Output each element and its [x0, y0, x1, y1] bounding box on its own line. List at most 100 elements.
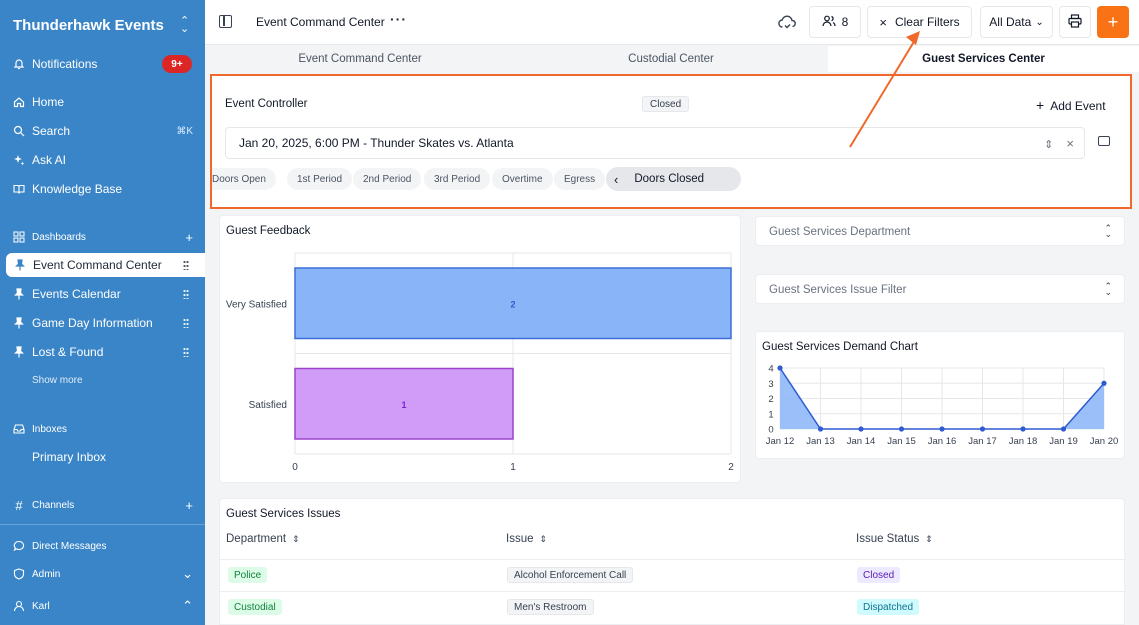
sidebar-item-label: Karl — [32, 600, 50, 612]
sidebar-section-channels[interactable]: # Channels + — [0, 494, 205, 516]
members-button[interactable]: 8 — [809, 6, 861, 38]
sidebar-section-inboxes[interactable]: Inboxes — [0, 418, 205, 440]
tab-guest-services-center[interactable]: Guest Services Center — [828, 46, 1139, 72]
y-tick-label: 1 — [768, 409, 773, 420]
bar-value-label: 1 — [401, 400, 406, 410]
drag-handle-icon[interactable] — [183, 347, 189, 357]
phase-chip[interactable]: 3rd Period — [424, 168, 491, 190]
phase-chip[interactable]: 2nd Period — [353, 168, 422, 190]
page-title: Event Command Center — [256, 15, 385, 29]
add-dashboard-icon[interactable]: + — [185, 230, 193, 245]
add-event-button[interactable]: + Add Event — [1036, 97, 1106, 113]
sidebar-item-lost-found[interactable]: Lost & Found — [0, 341, 205, 363]
sidebar-item-label: Notifications — [32, 57, 98, 71]
clear-filters-label: Clear Filters — [894, 15, 960, 29]
sidebar-item-direct-messages[interactable]: Direct Messages — [0, 535, 205, 557]
sidebar-item-label: Admin — [32, 568, 61, 580]
y-tick-label: Very Satisfied — [226, 299, 287, 310]
print-button[interactable] — [1059, 6, 1091, 38]
column-header-department[interactable]: Department ⇕ — [226, 533, 300, 545]
grid-icon — [13, 231, 25, 243]
x-tick-label: Jan 13 — [806, 436, 835, 447]
sidebar-section-dashboards[interactable]: Dashboards + — [0, 226, 205, 248]
sidebar-item-admin[interactable]: Admin ⌄ — [0, 563, 205, 585]
sidebar-item-label: Events Calendar — [32, 287, 121, 301]
tab-custodial-center[interactable]: Custodial Center — [521, 46, 821, 72]
sidebar-item-label: Home — [32, 95, 65, 109]
sidebar-item-notifications[interactable]: Notifications 9+ — [0, 53, 205, 75]
data-point — [1060, 426, 1067, 432]
drag-handle-icon[interactable] — [183, 289, 189, 299]
chevron-updown-icon: ⌃ ⌄ — [1104, 223, 1112, 239]
column-header-issue[interactable]: Issue ⇕ — [506, 533, 547, 545]
column-header-issue-status[interactable]: Issue Status ⇕ — [856, 533, 933, 545]
data-point — [1101, 380, 1107, 386]
data-point — [1020, 426, 1026, 432]
add-channel-icon[interactable]: + — [185, 498, 193, 513]
y-tick-label: 0 — [768, 425, 773, 436]
phase-chip[interactable]: Overtime — [492, 168, 553, 190]
clear-icon[interactable]: × — [1066, 136, 1074, 151]
add-event-label: Add Event — [1050, 99, 1106, 113]
y-tick-label: Satisfied — [249, 400, 287, 411]
chevron-down-icon[interactable]: ⌄ — [182, 566, 193, 582]
y-tick-label: 2 — [768, 394, 773, 405]
phase-chip[interactable]: 1st Period — [287, 168, 353, 190]
workspace-name[interactable]: Thunderhawk Events — [13, 17, 164, 34]
x-tick-label: Jan 18 — [1009, 436, 1038, 447]
show-more-link[interactable]: Show more — [32, 375, 83, 386]
shield-icon — [13, 568, 25, 580]
x-tick-label: Jan 12 — [766, 436, 795, 447]
sidebar-item-event-command-center[interactable]: Event Command Center — [6, 253, 205, 277]
department-filter[interactable]: Guest Services Department ⌃ ⌄ — [755, 216, 1125, 246]
chevron-updown-icon: ⌃ ⌄ — [1104, 281, 1112, 297]
search-shortcut: ⌘K — [176, 125, 193, 137]
sidebar-item-events-calendar[interactable]: Events Calendar — [0, 283, 205, 305]
sidebar-item-user[interactable]: Karl ⌃ — [0, 595, 205, 617]
sidebar-item-label: Ask AI — [32, 153, 67, 167]
clear-filters-button[interactable]: × Clear Filters — [867, 6, 972, 38]
chevron-left-icon[interactable]: ‹ — [614, 172, 618, 187]
sidebar-item-home[interactable]: Home — [0, 91, 205, 113]
issue-filter[interactable]: Guest Services Issue Filter ⌃ ⌄ — [755, 274, 1125, 304]
tab-event-command-center[interactable]: Event Command Center — [210, 46, 510, 72]
top-bar: Event Command Center ··· 8 × Clear Filte… — [205, 0, 1139, 45]
more-options-icon[interactable]: ··· — [390, 11, 407, 27]
sidebar-toggle-icon[interactable] — [219, 15, 232, 28]
data-scope-select[interactable]: All Data ⌄ — [980, 6, 1053, 38]
data-point — [817, 426, 824, 432]
sidebar-divider — [0, 524, 205, 525]
phase-chip[interactable]: Doors Open — [212, 168, 276, 190]
sidebar-item-label: Primary Inbox — [32, 450, 107, 464]
status-badge: Dispatched — [857, 599, 920, 615]
sidebar-item-label: Search — [32, 124, 71, 138]
plus-icon: + — [1036, 97, 1045, 113]
sidebar-item-primary-inbox[interactable]: Primary Inbox — [0, 446, 205, 468]
chevron-updown-icon[interactable]: ⇕ — [1044, 139, 1053, 151]
sidebar-item-game-day-information[interactable]: Game Day Information — [0, 312, 205, 334]
create-button[interactable]: + — [1097, 6, 1129, 38]
data-point — [777, 365, 783, 371]
user-icon — [13, 600, 25, 612]
phase-chip[interactable]: Egress — [554, 168, 606, 190]
data-point — [858, 426, 864, 432]
calendar-icon[interactable] — [1098, 136, 1110, 146]
selected-event: Jan 20, 2025, 6:00 PM - Thunder Skates v… — [239, 136, 514, 150]
drag-handle-icon[interactable] — [183, 318, 189, 328]
pin-icon — [13, 288, 25, 300]
x-tick-label: Jan 14 — [847, 436, 876, 447]
issue-filter-label: Guest Services Issue Filter — [769, 284, 907, 296]
event-select[interactable]: Jan 20, 2025, 6:00 PM - Thunder Skates v… — [225, 127, 1085, 159]
current-phase-chip[interactable]: ‹ Doors Closed — [606, 167, 741, 191]
sidebar-item-ask-ai[interactable]: Ask AI — [0, 149, 205, 171]
current-phase-label: Doors Closed — [634, 173, 705, 185]
close-icon: × — [879, 14, 887, 30]
sidebar-item-label: Knowledge Base — [32, 182, 123, 196]
drag-handle-icon[interactable] — [183, 260, 189, 270]
chevron-up-icon[interactable]: ⌃ — [182, 598, 193, 614]
workspace-switcher-icon[interactable]: ⌃ ⌄ — [180, 16, 189, 35]
cloud-sync-icon[interactable] — [777, 12, 797, 35]
sidebar-item-knowledge-base[interactable]: Knowledge Base — [0, 178, 205, 200]
y-tick-label: 3 — [768, 379, 773, 390]
sidebar-item-search[interactable]: Search ⌘K — [0, 120, 205, 142]
